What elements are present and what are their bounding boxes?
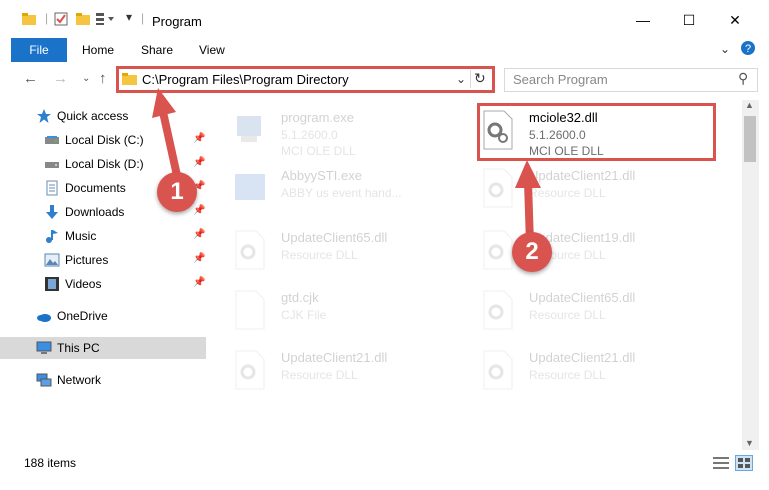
arrow-1	[152, 88, 182, 184]
callout-2: 2	[512, 232, 552, 272]
annotation-arrows	[152, 88, 541, 248]
callout-1: 1	[157, 172, 197, 212]
